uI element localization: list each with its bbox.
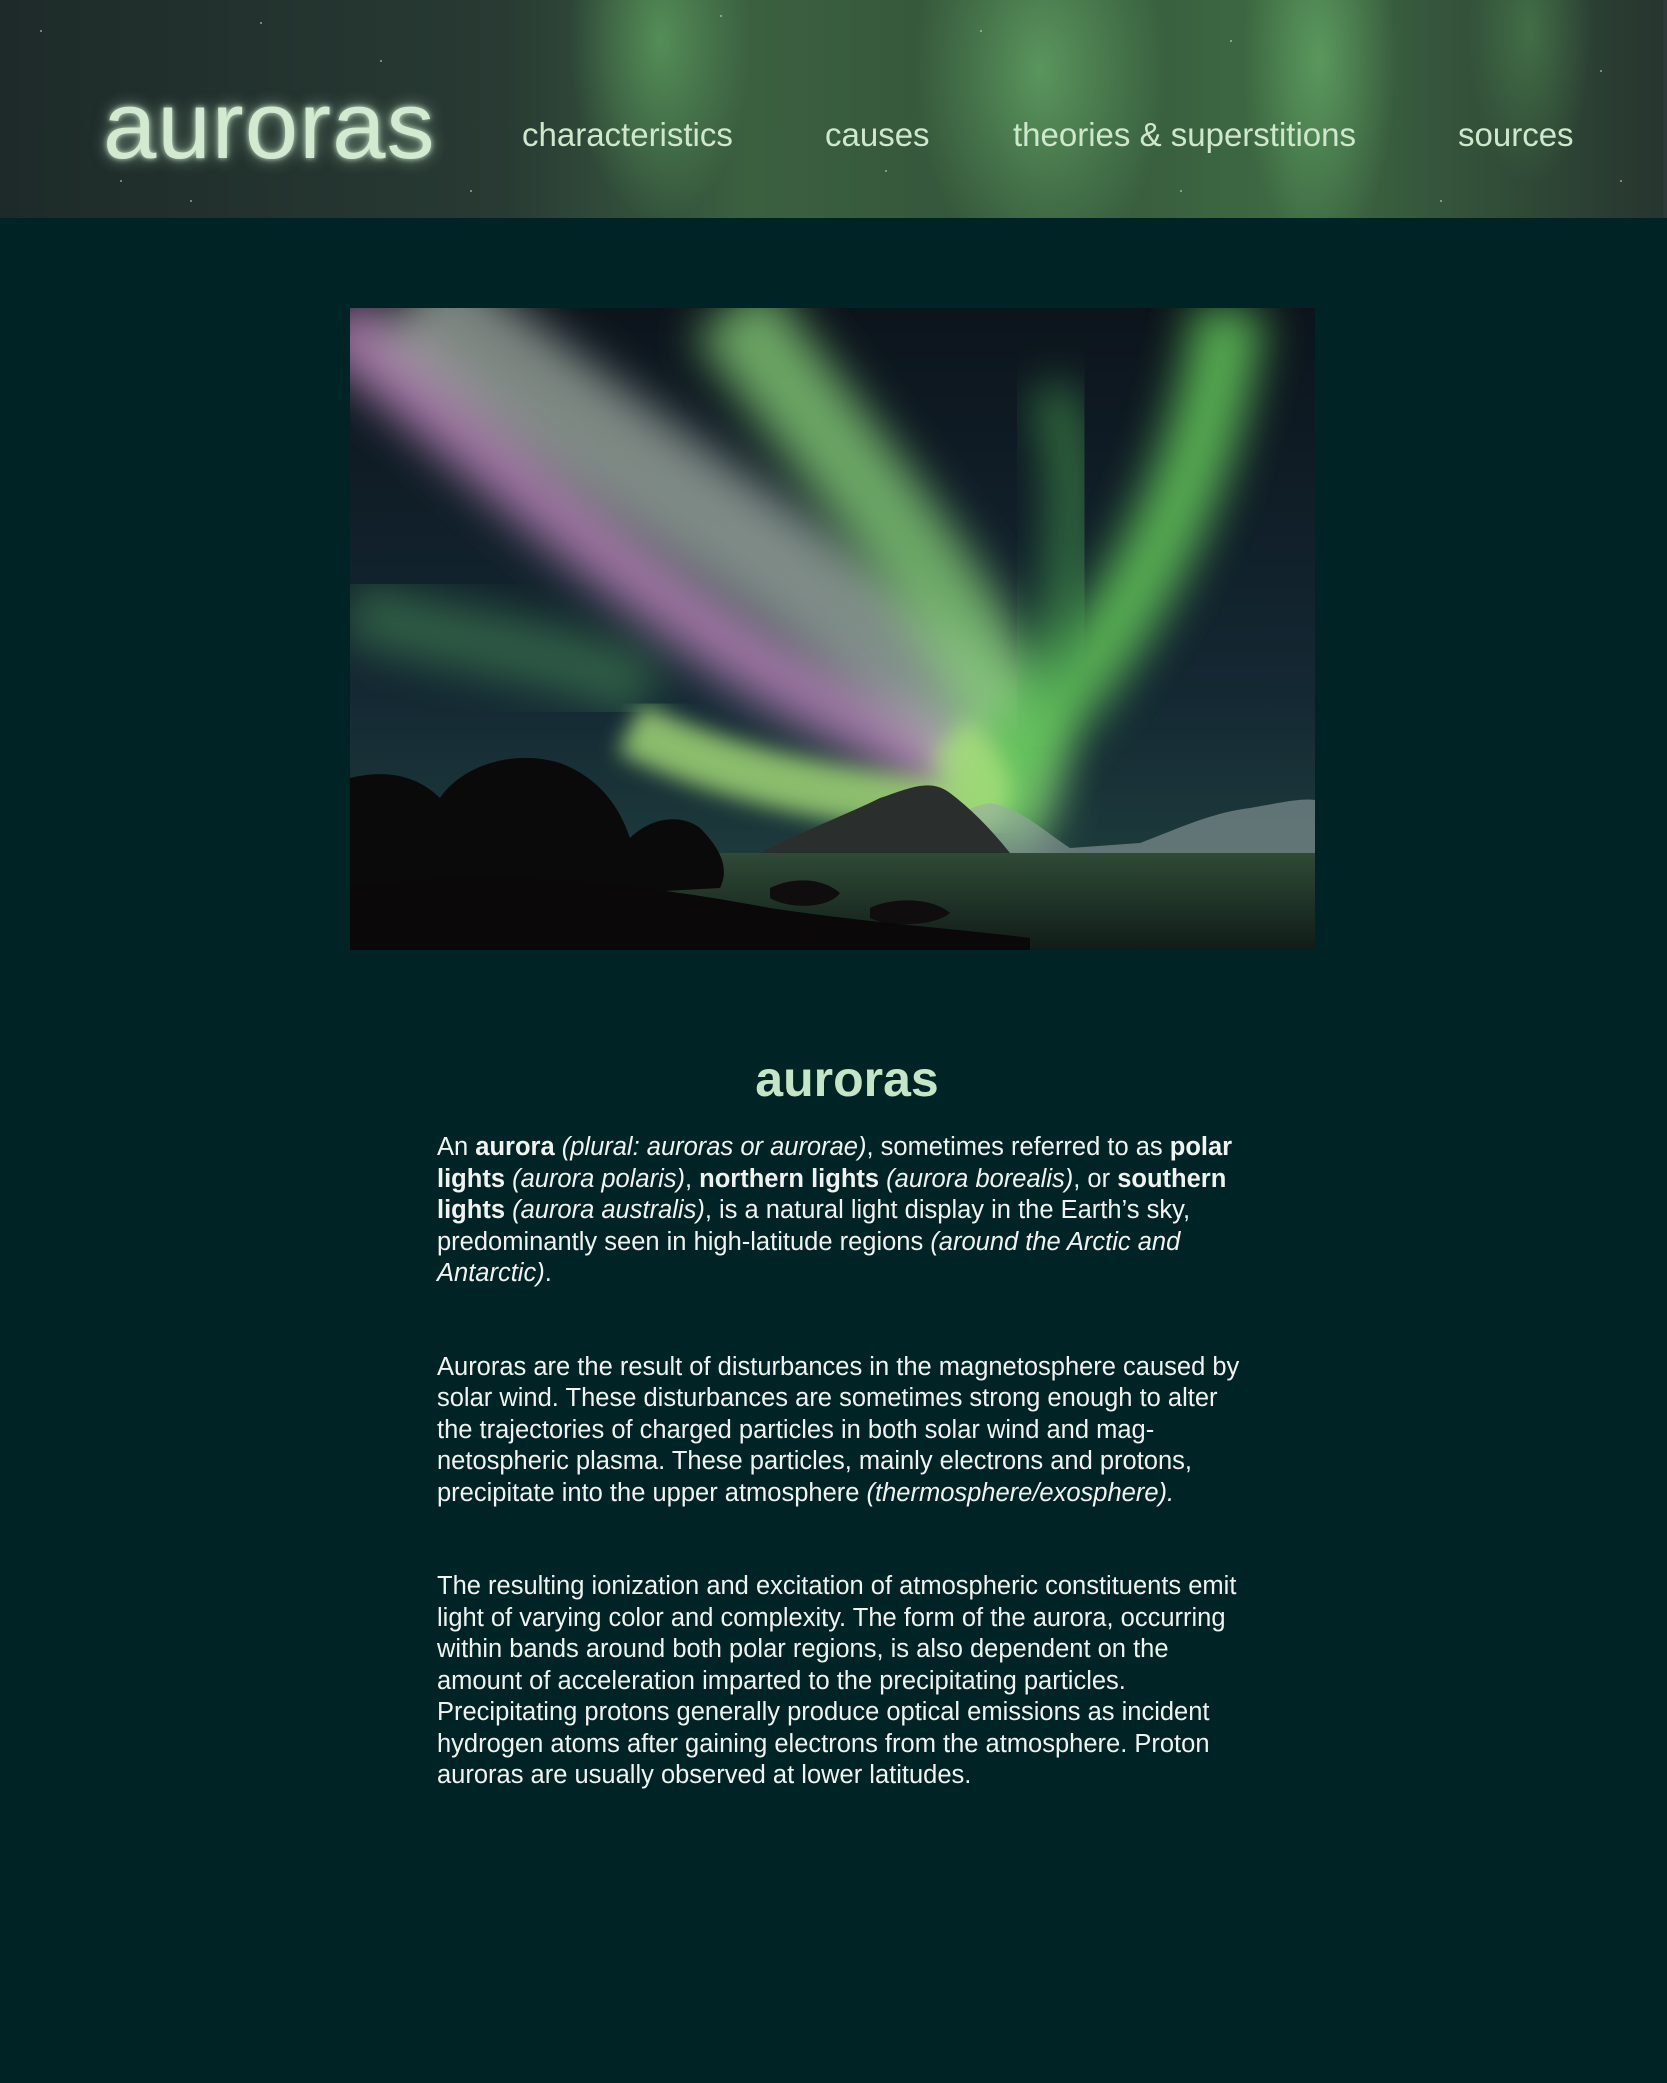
star — [40, 30, 42, 32]
text: . — [544, 1259, 552, 1287]
star — [190, 200, 192, 202]
star — [720, 15, 722, 17]
site-header: auroras characteristics causes theories … — [0, 0, 1667, 218]
term-aurora: aurora — [475, 1133, 555, 1161]
text-italic: (aurora australis) — [505, 1196, 705, 1224]
aurora-photo — [350, 308, 1315, 950]
article-paragraph-intro: An aurora (plural: auroras or aurorae), … — [437, 1132, 1257, 1290]
star — [1620, 180, 1622, 182]
nav-link-causes[interactable]: causes — [825, 118, 930, 151]
aurora-photo-icon — [350, 308, 1315, 950]
text-italic: (aurora polaris) — [505, 1164, 685, 1193]
nav-link-characteristics[interactable]: characteristics — [522, 118, 733, 151]
star — [1440, 200, 1442, 202]
article: auroras An aurora (plural: auroras or au… — [437, 1050, 1257, 1792]
nav-link-theories-superstitions[interactable]: theories & superstitions — [1013, 118, 1356, 151]
text: , sometimes referred to as — [866, 1133, 1170, 1161]
term-northern-lights: northern lights — [699, 1164, 880, 1193]
star — [980, 30, 982, 32]
site-logo[interactable]: auroras — [103, 78, 436, 174]
star — [260, 22, 262, 24]
star — [1230, 40, 1232, 42]
text: , — [684, 1164, 700, 1193]
star — [380, 60, 382, 62]
star — [120, 180, 122, 182]
text: , or — [1073, 1164, 1118, 1193]
article-title: auroras — [755, 1051, 939, 1107]
text-italic: (thermosphere/exosphere). — [866, 1478, 1175, 1507]
text-italic: (plural: auroras or aurorae) — [554, 1133, 867, 1161]
nav-link-sources[interactable]: sources — [1458, 118, 1574, 151]
star — [1600, 70, 1602, 72]
star — [885, 170, 887, 172]
star — [470, 190, 472, 192]
article-paragraph-causes: Auroras are the result of disturbances i… — [437, 1352, 1257, 1510]
article-paragraph-emission: The resulting ionization and excitation … — [437, 1572, 1237, 1789]
text: An — [437, 1133, 476, 1161]
star — [1180, 190, 1182, 192]
text-italic: (aurora borealis) — [879, 1164, 1074, 1193]
